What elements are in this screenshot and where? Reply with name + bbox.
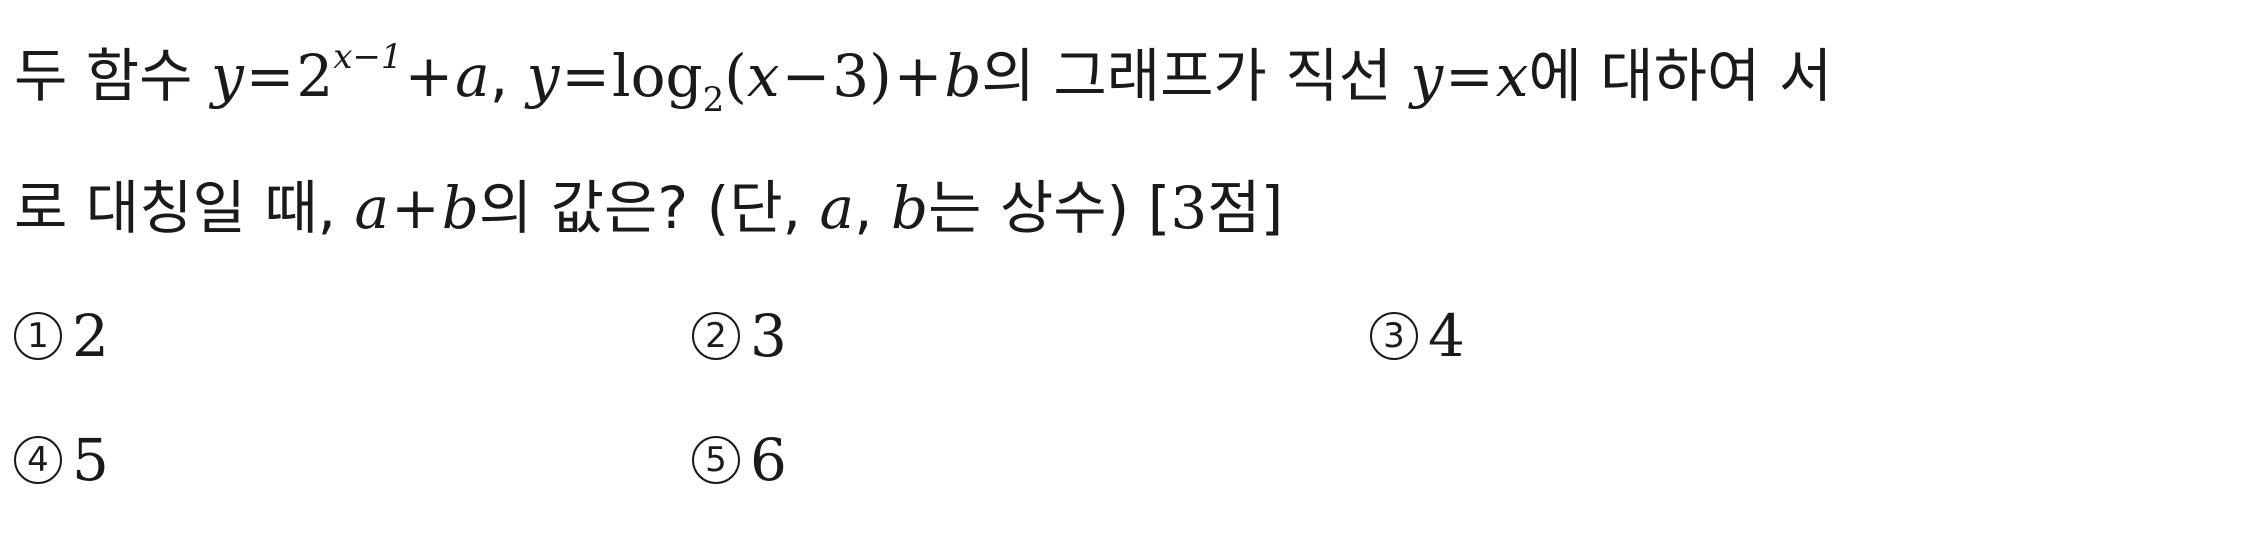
math-left-paren: (: [724, 42, 747, 110]
choice-number-badge: 3: [1370, 312, 1418, 360]
choice-number-badge: 1: [14, 312, 62, 360]
choice-option-5[interactable]: 5 6: [692, 426, 787, 494]
math-var-y: y: [1410, 42, 1444, 110]
question-text-segment: 두 함수: [14, 42, 211, 110]
math-var-x: x: [746, 42, 780, 110]
math-plus: +: [893, 42, 943, 110]
math-equals: =: [245, 42, 295, 110]
question-text-segment: 는 상수) [: [928, 174, 1171, 242]
math-var-a: a: [455, 42, 490, 110]
question-line-2: 로 대칭일 때, a+b의 값은? (단, a, b는 상수) [3점]: [14, 142, 2244, 274]
math-var-b: b: [890, 174, 929, 242]
choice-option-2[interactable]: 2 3: [692, 302, 787, 370]
math-log-base: 2: [702, 79, 725, 120]
choice-option-3[interactable]: 3 4: [1370, 302, 1465, 370]
question-text-segment: 에 대하여 서: [1528, 42, 1833, 110]
math-right-paren: ): [869, 42, 892, 110]
math-base-two: 2: [296, 42, 334, 110]
choice-number-badge: 4: [14, 436, 62, 484]
choice-value: 4: [1428, 302, 1465, 370]
question-line-1: 두 함수 y=2x−1+a, y=log2(x−3)+b의 그래프가 직선 y=…: [14, 10, 2244, 142]
math-minus: −: [781, 42, 831, 110]
question-text-segment: 의 그래프가 직선: [981, 42, 1411, 110]
question-text: 두 함수 y=2x−1+a, y=log2(x−3)+b의 그래프가 직선 y=…: [14, 10, 2244, 274]
math-var-b: b: [944, 42, 982, 110]
math-equals: =: [1445, 42, 1494, 110]
math-log: log: [612, 42, 703, 110]
points-value: 3: [1170, 174, 1208, 242]
math-var-x: x: [1495, 42, 1529, 110]
comma: ,: [489, 42, 527, 110]
answer-choices: 1 2 2 3 3 4 4 5 5 6: [14, 302, 2244, 550]
question-text-segment: 로 대칭일 때,: [14, 174, 355, 242]
choice-row-1: 1 2 2 3 3 4: [14, 302, 2244, 426]
choice-value: 3: [750, 302, 787, 370]
choice-number-badge: 2: [692, 312, 740, 360]
choice-value: 5: [72, 426, 109, 494]
math-number-three: 3: [832, 42, 870, 110]
choice-number-badge: 5: [692, 436, 740, 484]
question-text-segment: 점]: [1207, 174, 1284, 242]
math-var-y: y: [210, 42, 244, 110]
math-plus: +: [391, 174, 440, 242]
math-equals: =: [561, 42, 611, 110]
math-exponent: x−1: [333, 36, 403, 77]
math-var-a: a: [819, 174, 855, 242]
choice-value: 6: [750, 426, 787, 494]
choice-option-1[interactable]: 1 2: [14, 302, 109, 370]
choice-option-4[interactable]: 4 5: [14, 426, 109, 494]
choice-value: 2: [72, 302, 109, 370]
math-plus: +: [404, 42, 454, 110]
comma: ,: [854, 174, 891, 242]
math-var-a: a: [354, 174, 390, 242]
choice-row-2: 4 5 5 6: [14, 426, 2244, 550]
math-var-y: y: [526, 42, 560, 110]
math-var-b: b: [441, 174, 479, 242]
question-text-segment: 의 값은? (단,: [478, 174, 820, 242]
